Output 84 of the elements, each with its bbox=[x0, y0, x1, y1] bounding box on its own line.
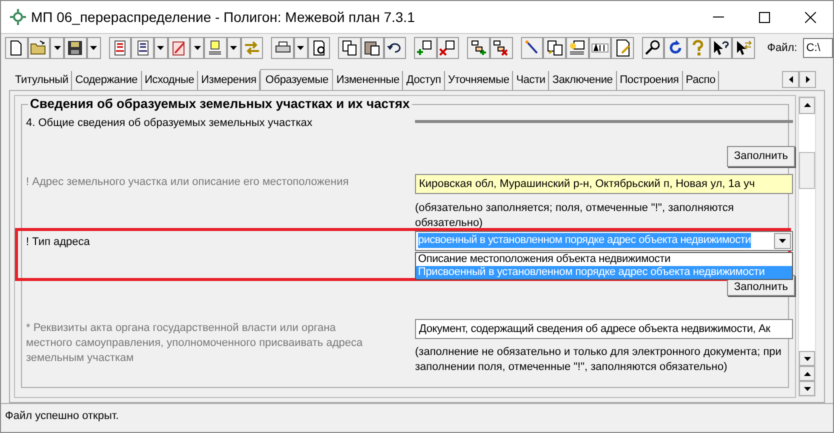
tab-scroll-left-button[interactable] bbox=[782, 70, 799, 88]
address-field[interactable]: Кировская обл, Мурашинский р-н, Октябрьский п, Новая ул, 1а уч bbox=[415, 174, 793, 194]
toolbar-button[interactable] bbox=[338, 37, 361, 59]
toolbar-button[interactable] bbox=[384, 37, 406, 59]
toolbar-button[interactable] bbox=[664, 37, 688, 59]
up-arrow-icon bbox=[804, 372, 810, 376]
right-arrow-icon bbox=[806, 76, 810, 83]
up-arrow-icon bbox=[804, 103, 810, 108]
xml-document-icon bbox=[568, 39, 586, 57]
dropdown-button[interactable] bbox=[226, 37, 241, 59]
selected-value: рисвоенный в установленном порядке адрес объекта недвижимости bbox=[418, 233, 751, 248]
group-title: Сведения об образуемых земельных участках и их частях bbox=[28, 96, 412, 112]
window-title: МП 06_перераспределение - Полигон: Межевой план 7.3.1 bbox=[31, 8, 415, 27]
toolbar-button[interactable] bbox=[131, 37, 154, 59]
field-label: * Реквизиты акта органа государственной власти или органа местного самоуправления, уполномоченного присваивать адреса земельным участкам bbox=[26, 320, 364, 366]
clipboard-icon bbox=[363, 39, 382, 57]
file-label: Файл: bbox=[767, 40, 798, 56]
toolbar-button[interactable] bbox=[611, 37, 634, 59]
tab-scroll-right-button[interactable] bbox=[799, 70, 816, 88]
dropdown-button[interactable] bbox=[50, 37, 64, 59]
vertical-scrollbar[interactable] bbox=[798, 96, 816, 398]
tab[interactable]: Титульный bbox=[12, 70, 72, 90]
toolbar-button[interactable] bbox=[28, 37, 50, 59]
dropdown-button[interactable] bbox=[190, 37, 204, 59]
maximize-icon bbox=[758, 12, 770, 22]
dropdown-button[interactable] bbox=[86, 37, 101, 59]
caret-icon bbox=[779, 238, 786, 243]
scrollbar-thumb[interactable] bbox=[799, 152, 815, 189]
field-label: ! Тип адреса bbox=[26, 234, 90, 250]
dropdown-button[interactable] bbox=[154, 37, 168, 59]
delete-tree-icon bbox=[492, 39, 510, 57]
toolbar-button[interactable] bbox=[360, 37, 384, 59]
dropdown-button[interactable] bbox=[294, 37, 308, 59]
app-icon bbox=[10, 9, 26, 25]
toolbar-button[interactable] bbox=[490, 37, 513, 59]
tab[interactable]: Уточняемые bbox=[445, 70, 514, 90]
caret-icon bbox=[157, 46, 164, 50]
toolbar-button[interactable] bbox=[543, 37, 566, 59]
toolbar-button[interactable] bbox=[642, 37, 664, 59]
tab[interactable]: Образуемые bbox=[260, 68, 334, 90]
status-text: Файл успешно открыт. bbox=[5, 409, 119, 424]
pointer-arrows-icon bbox=[734, 39, 753, 57]
toolbar-button[interactable] bbox=[566, 37, 589, 59]
toolbar-button[interactable] bbox=[308, 37, 330, 59]
caret-icon bbox=[297, 46, 304, 50]
section-heading: 4. Общие сведения об образуемых земельных участках bbox=[26, 116, 312, 131]
toolbar-button[interactable] bbox=[64, 37, 87, 59]
toolbar-button[interactable] bbox=[271, 37, 294, 59]
toolbar-button[interactable] bbox=[436, 37, 460, 59]
caret-icon bbox=[54, 46, 61, 50]
minimize-icon bbox=[712, 16, 724, 18]
wrench-icon bbox=[644, 39, 662, 57]
fill-button[interactable]: Заполнить bbox=[727, 146, 796, 167]
left-arrow-icon bbox=[788, 76, 792, 83]
caret-icon bbox=[194, 46, 201, 50]
act-field[interactable]: Документ, содержащий сведения об адресе объекта недвижимости, Ак bbox=[415, 318, 793, 339]
toolbar-button[interactable] bbox=[414, 37, 437, 59]
pointer-question-icon bbox=[712, 39, 730, 57]
delete-document-icon bbox=[439, 39, 458, 57]
close-icon bbox=[804, 12, 816, 22]
toolbar-button[interactable] bbox=[520, 37, 544, 59]
field-note: (заполнение не обязательно и только для электронного документа; при заполнении поля, отмеченные "!", заполняются обязательно) bbox=[415, 344, 782, 375]
tab[interactable]: Доступ bbox=[403, 70, 445, 90]
caret-icon bbox=[90, 46, 98, 50]
caret-icon bbox=[230, 46, 238, 50]
down-arrow-icon bbox=[804, 356, 810, 361]
toolbar-button[interactable] bbox=[732, 37, 756, 59]
note-pencil-icon bbox=[614, 39, 632, 57]
add-document-icon bbox=[416, 39, 434, 57]
field-note: (обязательно заполняется; поля, отмеченные "!", заполняются обязательно) bbox=[415, 200, 735, 231]
toolbar-button[interactable] bbox=[204, 37, 227, 59]
copy-icon bbox=[340, 39, 359, 57]
swap-arrows-icon bbox=[242, 39, 261, 57]
field-label: ! Адрес земельного участка или описание его местоположения bbox=[26, 174, 349, 190]
convert-documents-icon bbox=[546, 39, 564, 57]
toolbar-button[interactable] bbox=[5, 37, 28, 59]
toolbar-button[interactable] bbox=[108, 37, 132, 59]
toolbar-button[interactable] bbox=[467, 37, 490, 59]
toolbar-button[interactable] bbox=[588, 37, 612, 59]
toolbar-button[interactable] bbox=[710, 37, 732, 59]
add-tree-icon bbox=[470, 39, 488, 57]
down-arrow-icon bbox=[804, 386, 810, 391]
file-path-field[interactable]: C:\ bbox=[803, 38, 833, 58]
folder-icon bbox=[30, 39, 48, 57]
